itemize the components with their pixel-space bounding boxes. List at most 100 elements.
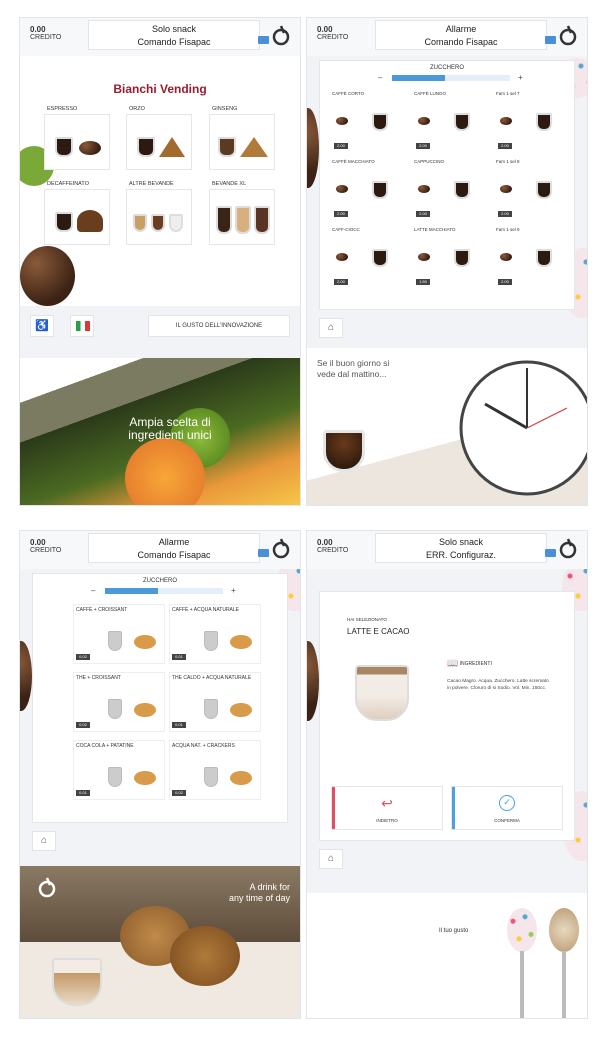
- product-name: CAPPUCCINO: [414, 159, 445, 164]
- header: 0.00 CREDITO Solo snack ERR. Configuraz.: [307, 531, 587, 569]
- home-icon: ⌂: [40, 835, 48, 846]
- sugar-level-bar[interactable]: [392, 75, 510, 81]
- category-label: ORZO: [129, 106, 145, 112]
- status-line-2: ERR. Configuraz.: [425, 550, 497, 560]
- product-item[interactable]: Fam 1 sel 9 2.00: [496, 227, 570, 287]
- combo-name: CAFFÈ + ACQUA NATURALE: [172, 607, 240, 613]
- status-box: Allarme Comando Fisapac: [375, 20, 547, 50]
- home-icon: ⌂: [327, 322, 335, 333]
- category-bevande-xl[interactable]: BEVANDE XL: [209, 181, 275, 245]
- status-box: Solo snack ERR. Configuraz.: [375, 533, 547, 563]
- sugar-label: ZUCCHERO: [430, 65, 464, 71]
- promo-banner: Il tuo gusto: [307, 893, 587, 1018]
- selected-product: LATTE E CACAO: [347, 627, 410, 636]
- confirm-button[interactable]: ✓ CONFERMA: [451, 786, 563, 830]
- category-decaffeinato[interactable]: DECAFFEINATO: [44, 181, 110, 245]
- beans-icon: [500, 253, 512, 261]
- snack-icon: [134, 703, 156, 717]
- promo-text: Ampia scelta di ingredienti unici: [100, 416, 240, 442]
- category-espresso[interactable]: ESPRESSO: [44, 106, 110, 170]
- cup-icon: [372, 181, 388, 199]
- screen-confirm-selection: 0.00 CREDITO Solo snack ERR. Configuraz.…: [307, 531, 587, 1018]
- beans-icon: [336, 253, 348, 261]
- status-box: Solo snack Comando Fisapac: [88, 20, 260, 50]
- combo-price: 0.01: [172, 722, 186, 728]
- combo-item[interactable]: THE + CROISSANT 0.02: [73, 672, 165, 732]
- cappuccino-cup-icon: [52, 958, 102, 1006]
- bianchi-logo-icon[interactable]: [270, 537, 292, 559]
- credit-label: CREDITO: [317, 547, 349, 554]
- product-item[interactable]: CAFF-CIOCC 2.00: [332, 227, 406, 287]
- product-item[interactable]: Fam 1 sel 8 2.00: [496, 159, 570, 219]
- category-ginseng[interactable]: GINSENG: [209, 106, 275, 170]
- product-price: 2.00: [498, 279, 512, 285]
- product-item[interactable]: LATTE MACCHIATO 1.50: [414, 227, 488, 287]
- snack-icon: [230, 771, 252, 785]
- bianchi-logo-icon[interactable]: [270, 24, 292, 46]
- drink-icon: [108, 767, 122, 787]
- category-orzo[interactable]: ORZO: [126, 106, 192, 170]
- cup-icon: [372, 249, 388, 267]
- product-item[interactable]: CAFFÈ MACCHIATO 2.00: [332, 159, 406, 219]
- beans-icon: [500, 117, 512, 125]
- combo-name: THE + CROISSANT: [76, 675, 121, 681]
- cup-icon: [151, 214, 165, 232]
- product-price: 2.00: [416, 143, 430, 149]
- combo-item[interactable]: CAFFÈ + CROISSANT 0.02: [73, 604, 165, 664]
- home-button[interactable]: ⌂: [319, 318, 343, 338]
- sugar-decrease-button[interactable]: –: [91, 586, 95, 595]
- sugar-decrease-button[interactable]: –: [378, 73, 382, 82]
- category-altre-bevande[interactable]: ALTRE BEVANDE: [126, 181, 192, 245]
- combo-item[interactable]: CAFFÈ + ACQUA NATURALE 0.01: [169, 604, 261, 664]
- spoon-handle: [520, 951, 524, 1018]
- promo-banner: A drink for any time of day: [20, 866, 300, 1018]
- promo-line-2: ingredienti unici: [128, 428, 212, 442]
- usb-icon: [258, 549, 269, 557]
- cup-icon: [169, 214, 183, 232]
- italy-flag-icon: [76, 321, 90, 331]
- combo-price: 0.01: [76, 790, 90, 796]
- combo-item[interactable]: ACQUA NAT. + CRACKERS 0.02: [169, 740, 261, 800]
- combo-price: 0.02: [76, 722, 90, 728]
- check-circle-icon: ✓: [499, 795, 515, 811]
- product-item[interactable]: Fam 1 sel 7 2.00: [496, 91, 570, 151]
- spoon-sprinkles-icon: [507, 908, 537, 952]
- back-button[interactable]: ↩ INDIETRO: [331, 786, 443, 830]
- sugar-label: ZUCCHERO: [143, 578, 177, 584]
- header: 0.00 CREDITO Allarme Comando Fisapac: [307, 18, 587, 56]
- sugar-increase-button[interactable]: +: [518, 73, 523, 82]
- beans-icon: [336, 185, 348, 193]
- status-line-1: Allarme: [158, 537, 190, 547]
- cup-icon: [254, 206, 270, 234]
- cup-icon: [216, 206, 232, 234]
- promo-line-1: Se il buon giorno si: [317, 358, 390, 368]
- cup-icon: [454, 249, 470, 267]
- sugar-level-fill: [392, 75, 446, 81]
- sugar-increase-button[interactable]: +: [231, 586, 236, 595]
- bianchi-logo-icon[interactable]: [557, 537, 579, 559]
- product-item[interactable]: CAFFÈ CORTO 2.00: [332, 91, 406, 151]
- category-label: GINSENG: [212, 106, 238, 112]
- bianchi-logo-icon[interactable]: [557, 24, 579, 46]
- cup-icon: [55, 212, 73, 232]
- combo-item[interactable]: THE CALDO + ACQUA NATURALE 0.01: [169, 672, 261, 732]
- home-button[interactable]: ⌂: [32, 831, 56, 851]
- combo-item[interactable]: COCA COLA + PATATINE 0.01: [73, 740, 165, 800]
- ingredients-text: Cacao Magro. Acqua. Zucchero. Latte scre…: [447, 679, 549, 691]
- language-button[interactable]: [70, 315, 94, 337]
- home-button[interactable]: ⌂: [319, 849, 343, 869]
- product-item[interactable]: CAPPUCCINO 2.00: [414, 159, 488, 219]
- promo-text: A drink for any time of day: [229, 882, 290, 904]
- accessibility-button[interactable]: ♿: [30, 315, 54, 337]
- sugar-level-bar[interactable]: [105, 588, 223, 594]
- cup-icon: [454, 181, 470, 199]
- screen-coffee-selection: 0.00 CREDITO Allarme Comando Fisapac ZUC…: [307, 18, 587, 505]
- selected-label: HAI SELEZIONATO: [347, 617, 387, 622]
- product-item[interactable]: CAFFÈ LUNGO 2.00: [414, 91, 488, 151]
- product-panel: ZUCCHERO – + CAFFÈ CORTO 2.00 CAFFÈ LUNGO 2…: [319, 60, 575, 310]
- product-name: Fam 1 sel 8: [496, 159, 520, 164]
- product-price: 2.00: [334, 211, 348, 217]
- slogan-button[interactable]: IL GUSTO DELL'INNOVAZIONE: [148, 315, 290, 337]
- promo-banner: Se il buon giorno si vede dal mattino...: [307, 348, 587, 505]
- home-icon: ⌂: [327, 853, 335, 864]
